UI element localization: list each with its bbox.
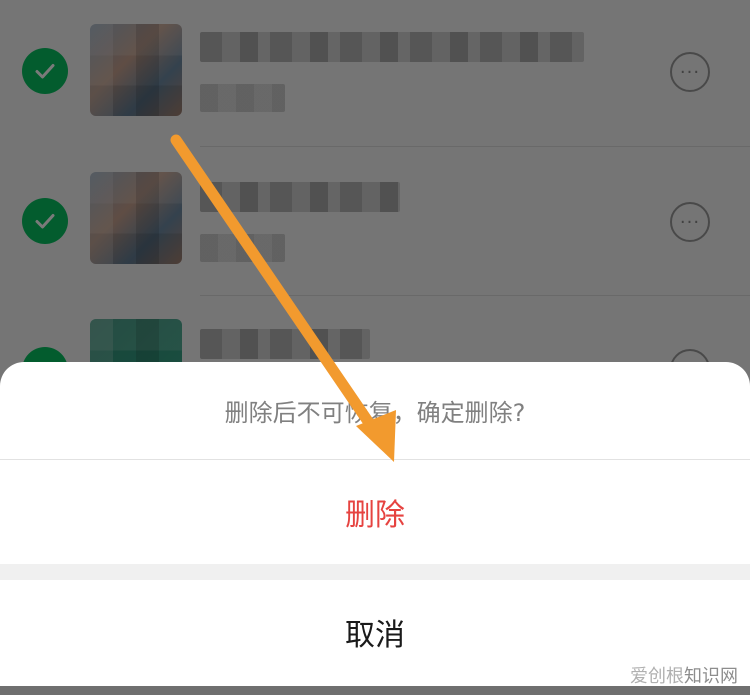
section-gap	[0, 564, 750, 580]
delete-confirm-action-sheet: 删除后不可恢复，确定删除? 删除 取消	[0, 362, 750, 695]
watermark: 爱创根知识网	[630, 662, 738, 688]
watermark-brand: 爱创根	[630, 666, 684, 687]
delete-button[interactable]: 删除	[0, 460, 750, 564]
confirm-message: 删除后不可恢复，确定删除?	[224, 399, 526, 427]
watermark-site: 知识网	[684, 666, 738, 687]
